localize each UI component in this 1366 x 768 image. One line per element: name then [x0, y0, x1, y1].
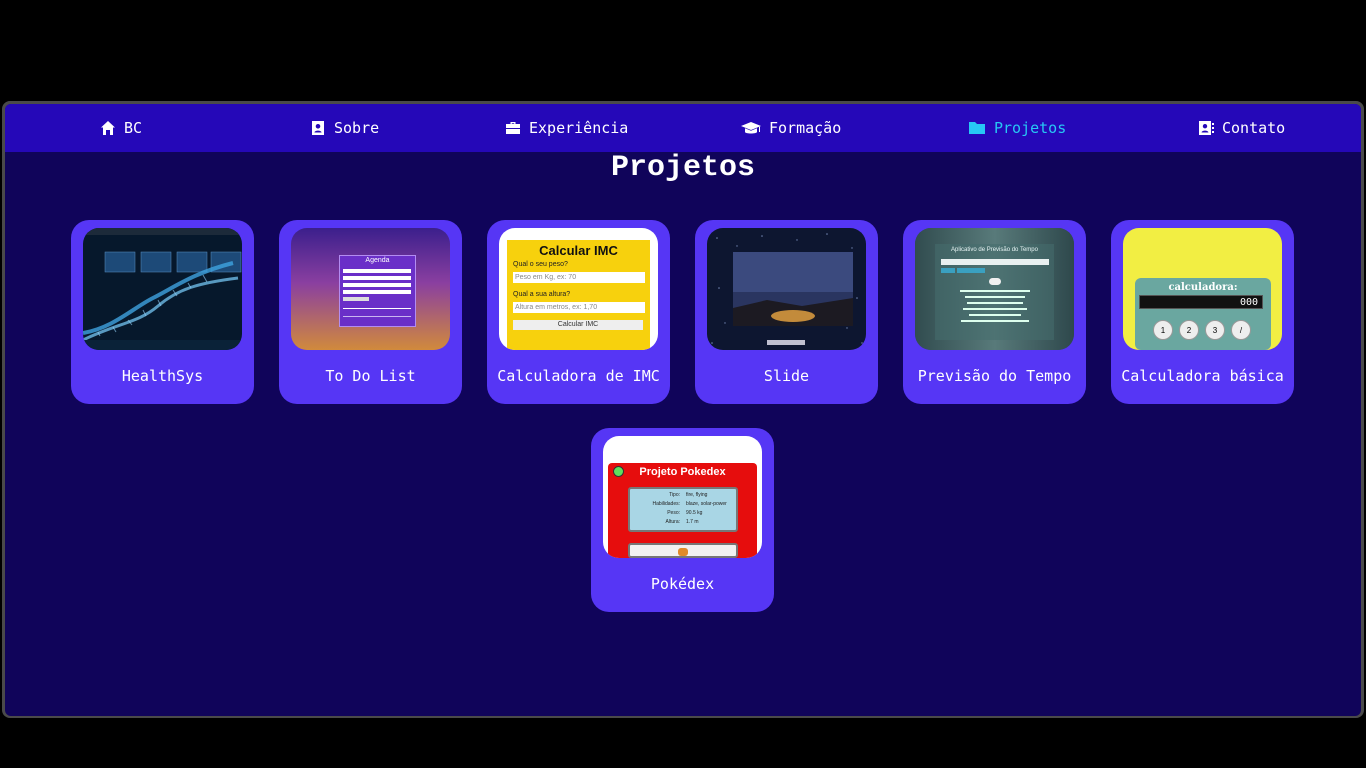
calculator-display: 000	[1139, 295, 1263, 309]
calculator-body: calculadora: 000 1 2 3 /	[1135, 278, 1271, 350]
project-card-slide[interactable]: Slide	[695, 220, 878, 404]
weather-panel: Aplicativo de Previsão do Tempo	[935, 244, 1054, 340]
imc-height-question: Qual a sua altura?	[513, 291, 571, 298]
nav-item-sobre[interactable]: Sobre	[310, 104, 379, 152]
project-thumbnail: Aplicativo de Previsão do Tempo	[915, 228, 1074, 350]
project-thumbnail	[83, 228, 242, 350]
pokedex-panel: Projeto Pokedex Tipo: fire, flying Habili…	[608, 463, 757, 558]
nav-item-label: BC	[124, 119, 143, 137]
pokedex-info-value: 90.5 kg	[686, 510, 703, 516]
pokedex-info-label: Peso:	[667, 510, 680, 516]
project-thumbnail: Agenda	[291, 228, 450, 350]
nav-item-label: Projetos	[994, 119, 1067, 137]
project-name: Calculadora básica	[1121, 367, 1284, 385]
project-thumbnail: Projeto Pokedex Tipo: fire, flying Habili…	[603, 436, 762, 558]
calculator-title: calculadora:	[1168, 282, 1238, 293]
project-name: Calculadora de IMC	[497, 367, 660, 385]
calculator-key: /	[1231, 320, 1251, 340]
project-card-previsao[interactable]: Aplicativo de Previsão do Tempo Previsão…	[903, 220, 1086, 404]
calculator-key: 1	[1153, 320, 1173, 340]
pokedex-info-value: fire, flying	[686, 492, 708, 498]
nav-item-label: Sobre	[334, 119, 380, 137]
nav-item-label: Contato	[1222, 119, 1286, 137]
briefcase-icon	[505, 120, 521, 136]
nav-item-experiencia[interactable]: Experiência	[505, 104, 628, 152]
project-name: HealthSys	[121, 367, 204, 385]
imc-weight-question: Qual o seu peso?	[513, 261, 568, 268]
project-name: Pokédex	[650, 575, 715, 593]
calculator-key: 3	[1205, 320, 1225, 340]
imc-title: Calcular IMC	[539, 243, 618, 258]
page-title: Projetos	[610, 151, 756, 185]
pokedex-info-value: 1.7 m	[686, 519, 699, 525]
imc-panel: Calcular IMC Qual o seu peso? Peso em Kg…	[507, 240, 650, 350]
project-card-calculadora[interactable]: calculadora: 000 1 2 3 / Calculadora bás…	[1111, 220, 1294, 404]
slide-illustration	[711, 233, 863, 345]
project-card-imc[interactable]: Calcular IMC Qual o seu peso? Peso em Kg…	[487, 220, 670, 404]
project-thumbnail	[707, 228, 866, 350]
pokedex-info-label: Altura:	[665, 519, 680, 525]
pokedex-info-value: blaze, solar-power	[686, 501, 727, 507]
agenda-title: Agenda	[365, 257, 390, 264]
pokedex-light	[613, 466, 624, 477]
nav-item-bc[interactable]: BC	[100, 104, 142, 152]
project-card-pokedex[interactable]: Projeto Pokedex Tipo: fire, flying Habili…	[591, 428, 774, 612]
nav-item-contato[interactable]: Contato	[1198, 104, 1285, 152]
project-thumbnail: calculadora: 000 1 2 3 /	[1123, 228, 1282, 350]
agenda-panel: Agenda	[339, 255, 416, 327]
imc-weight-field: Peso em Kg, ex: 70	[513, 272, 645, 283]
navbar: BC Sobre Experiência Formação Projetos C…	[5, 104, 1361, 152]
pokedex-info-label: Habilidades:	[652, 501, 680, 507]
pokemon-sprite	[678, 548, 688, 556]
project-card-todo[interactable]: Agenda To Do List	[279, 220, 462, 404]
pokedex-info: Tipo: fire, flying Habilidades: blaze, sol…	[628, 487, 738, 532]
project-name: Slide	[763, 367, 810, 385]
project-name: Previsão do Tempo	[917, 367, 1072, 385]
nav-item-label: Formação	[769, 119, 842, 137]
dna-illustration	[83, 228, 242, 350]
project-thumbnail: Calcular IMC Qual o seu peso? Peso em Kg…	[499, 228, 658, 350]
page: BC Sobre Experiência Formação Projetos C…	[5, 104, 1361, 716]
home-icon	[100, 120, 116, 136]
nav-item-label: Experiência	[529, 119, 629, 137]
imc-calc-button: Calcular IMC	[513, 320, 643, 330]
pokedex-info-label: Tipo:	[669, 492, 680, 498]
project-name: To Do List	[325, 367, 416, 385]
calculator-key: 2	[1179, 320, 1199, 340]
pokedex-sprite-box	[628, 543, 738, 558]
weather-title: Aplicativo de Previsão do Tempo	[951, 247, 1038, 253]
nav-item-formacao[interactable]: Formação	[741, 104, 841, 152]
graduation-cap-icon	[741, 120, 761, 136]
project-card-healthsys[interactable]: HealthSys	[71, 220, 254, 404]
user-badge-icon	[310, 120, 326, 136]
nav-item-projetos[interactable]: Projetos	[968, 104, 1066, 152]
address-book-icon	[1198, 120, 1214, 136]
pokedex-title: Projeto Pokedex	[639, 466, 726, 478]
folder-icon	[968, 120, 986, 136]
imc-height-field: Altura em metros, ex: 1,70	[513, 302, 645, 313]
